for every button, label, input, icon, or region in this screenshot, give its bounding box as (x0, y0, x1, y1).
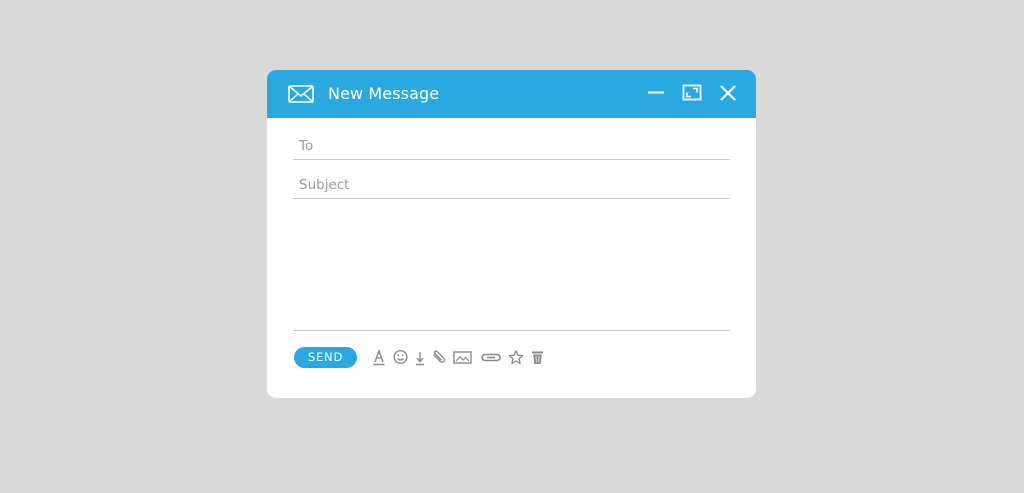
subject-field[interactable] (293, 174, 719, 196)
to-field[interactable] (293, 135, 719, 157)
download-icon (416, 352, 424, 366)
send-button[interactable]: SEND (294, 347, 357, 368)
maximize-button[interactable] (682, 83, 702, 103)
image-button[interactable] (453, 349, 472, 366)
trash-button[interactable] (531, 349, 544, 366)
download-button[interactable] (414, 349, 426, 366)
envelope-icon (288, 84, 314, 104)
subject-field-container (293, 174, 730, 199)
attach-icon (433, 350, 446, 363)
emoji-button[interactable] (393, 349, 408, 366)
link-button[interactable] (481, 349, 501, 366)
emoji-icon (393, 349, 408, 365)
compose-window: New Message SEND (267, 70, 756, 398)
text-format-button[interactable] (373, 349, 385, 366)
text-format-icon (373, 349, 385, 366)
trash-icon (532, 351, 543, 364)
maximize-icon (682, 84, 702, 101)
image-icon (453, 351, 472, 364)
star-button[interactable] (508, 349, 524, 366)
message-body-container (293, 200, 730, 331)
link-icon (481, 353, 501, 362)
message-body[interactable] (293, 200, 723, 324)
title-bar: New Message (267, 70, 756, 118)
to-field-container (293, 135, 730, 160)
close-button[interactable] (718, 83, 738, 103)
attach-button[interactable] (431, 349, 446, 366)
close-icon (720, 85, 736, 101)
minimize-icon (648, 91, 664, 94)
star-icon (508, 350, 524, 365)
minimize-button[interactable] (646, 83, 666, 103)
window-title: New Message (328, 84, 440, 103)
